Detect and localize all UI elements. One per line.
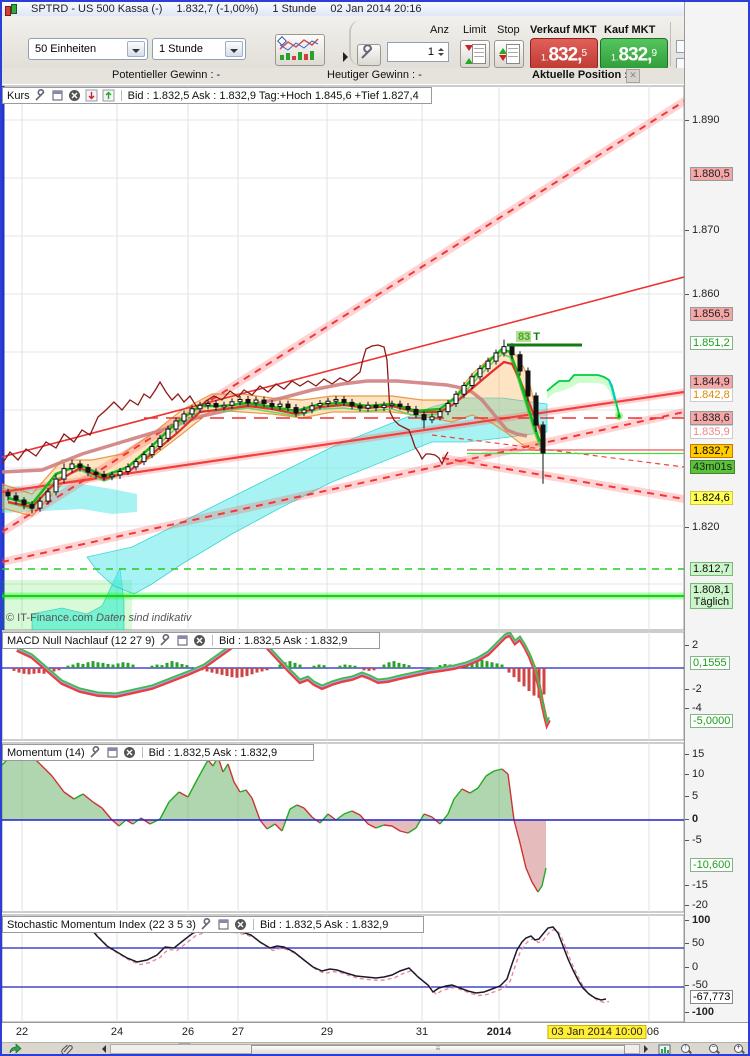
wrench-icon[interactable]: [89, 746, 102, 759]
axis-label: 1.820: [692, 521, 720, 533]
panel-title: Momentum (14): [7, 746, 85, 759]
time-label: 29: [320, 1026, 334, 1038]
scroll-left-icon[interactable]: [98, 1045, 106, 1053]
attachment-icon[interactable]: [60, 1043, 74, 1054]
arrow-down-icon[interactable]: [85, 89, 98, 102]
quote-text: Bid : 1.832,5 Ask : 1.832,9: [259, 918, 389, 931]
axis-label: 1.880,5: [690, 167, 733, 181]
axis-label: 5: [692, 790, 699, 802]
axis-label: 0: [692, 961, 699, 973]
axis-label: 1.832,7: [690, 444, 733, 458]
time-label: 22: [15, 1026, 29, 1038]
zoom-cursor-icon[interactable]: ↑: [680, 1043, 693, 1054]
watermark-copyright: © IT-Finance.com: [6, 612, 93, 624]
axis-label: 10: [692, 768, 705, 780]
axis-label: 1.824,6: [690, 491, 733, 505]
axis-label: 0,1555: [690, 656, 730, 670]
window-icon[interactable]: [217, 918, 230, 931]
time-label: 2014: [486, 1026, 512, 1038]
chart-area[interactable]: 83 T 1.890 1.880,5 1.870 1.860 1.856,5 1.851,…: [2, 2, 748, 1023]
panel-title: Kurs: [7, 89, 30, 102]
wrench-icon[interactable]: [34, 89, 47, 102]
axis-label: 1.808,1 Täglich: [690, 583, 733, 609]
time-axis[interactable]: 22 24 26 27 29 31 2014 06 03 Jan 2014 10:00: [2, 1022, 748, 1043]
quote-text: Bid : 1.832,5 Ask : 1.832,9: [218, 634, 348, 647]
cursor-date-badge: 03 Jan 2014 10:00: [547, 1025, 647, 1039]
axis-label: 100: [692, 914, 711, 926]
watermark-disclaimer: Daten sind indikativ: [96, 612, 192, 624]
axis-label: -5: [692, 834, 702, 846]
scroll-right-icon[interactable]: [644, 1045, 652, 1053]
axis-label: 1.890: [692, 114, 720, 126]
panel-title: MACD Null Nachlauf (12 27 9): [7, 634, 155, 647]
time-label: 27: [231, 1026, 245, 1038]
axis-label: -15: [692, 879, 708, 891]
axis-label: -5,0000: [690, 714, 734, 728]
time-label: 06: [646, 1026, 660, 1038]
close-icon[interactable]: [193, 634, 206, 647]
time-label: 26: [181, 1026, 195, 1038]
axis-label: 1.860: [692, 288, 720, 300]
price-axis[interactable]: 1.890 1.880,5 1.870 1.860 1.856,5 1.851,2 1.84…: [684, 2, 748, 1022]
close-icon[interactable]: [234, 918, 247, 931]
axis-label: -20: [692, 899, 708, 911]
wrench-icon[interactable]: [200, 918, 213, 931]
trading-window: SPTRD - US 500 Kassa (-) 1.832,7 (-1,00%…: [0, 0, 750, 1056]
watermark: © IT-Finance.com Daten sind indikativ: [6, 612, 191, 624]
scrollbar-track[interactable]: [110, 1044, 640, 1054]
time-label: 31: [415, 1026, 429, 1038]
axis-label: -4: [692, 702, 702, 714]
momentum-panel-header: Momentum (14) Bid : 1.832,5 Ask : 1.832,…: [2, 744, 314, 761]
quote-text: Bid : 1.832,5 Ask : 1.832,9 Tag:+Hoch 1.…: [127, 89, 419, 102]
wrench-icon[interactable]: [159, 634, 172, 647]
share-icon[interactable]: [8, 1043, 22, 1054]
stoch-panel-header: Stochastic Momentum Index (22 3 5 3) Bid…: [2, 916, 424, 933]
axis-label: 50: [692, 937, 705, 949]
close-icon[interactable]: [68, 89, 81, 102]
zoom-in-icon[interactable]: +: [733, 1043, 746, 1054]
window-icon[interactable]: [176, 634, 189, 647]
axis-label: 1.835,9: [690, 425, 733, 439]
price-panel-header: Kurs Bid : 1.832,5 Ask : 1.832,9 Tag:+Ho…: [2, 87, 432, 104]
chart-export-icon[interactable]: [658, 1043, 672, 1054]
axis-label: 1.844,9: [690, 375, 733, 389]
axis-label: 1.838,6: [690, 411, 733, 425]
axis-label: 1.812,7: [690, 562, 733, 576]
arrow-up-icon[interactable]: [102, 89, 115, 102]
axis-label: 1.870: [692, 224, 720, 236]
scrollbar-thumb[interactable]: [251, 1045, 625, 1054]
close-icon[interactable]: [123, 746, 136, 759]
panel-title: Stochastic Momentum Index (22 3 5 3): [7, 918, 196, 931]
bottom-toolbar: ↑ − +: [2, 1042, 748, 1054]
zoom-out-icon[interactable]: −: [708, 1043, 721, 1054]
axis-label: 1.851,2: [690, 336, 733, 350]
chart-plots[interactable]: 83 T: [2, 2, 686, 1024]
window-icon[interactable]: [106, 746, 119, 759]
window-icon[interactable]: [51, 89, 64, 102]
macd-panel-header: MACD Null Nachlauf (12 27 9) Bid : 1.832…: [2, 632, 380, 649]
axis-label: 1.856,5: [690, 307, 733, 321]
axis-label: 2: [692, 639, 699, 651]
axis-label: -10,600: [690, 858, 734, 872]
axis-label: 1.842,8: [690, 388, 733, 402]
axis-label: 43m01s: [690, 460, 736, 474]
axis-label: 0: [692, 813, 699, 825]
axis-label: -67,773: [690, 990, 734, 1004]
axis-label: -100: [692, 1006, 715, 1018]
time-label: 24: [110, 1026, 124, 1038]
axis-label: -2: [692, 683, 702, 695]
axis-label: 15: [692, 748, 705, 760]
quote-text: Bid : 1.832,5 Ask : 1.832,9: [148, 746, 278, 759]
